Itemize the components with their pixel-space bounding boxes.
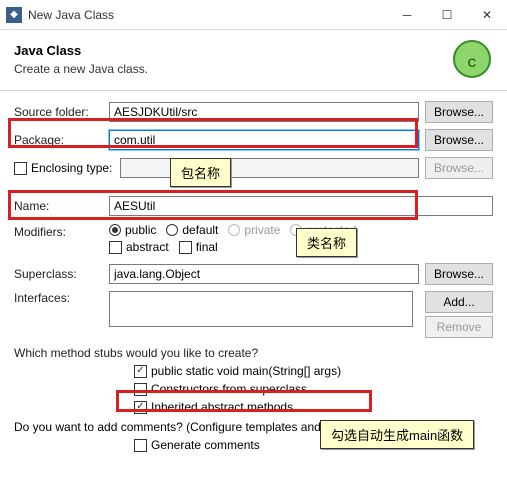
window-title: New Java Class [28, 8, 387, 22]
enclosing-type-input [120, 158, 419, 178]
source-folder-input[interactable] [109, 102, 419, 122]
stub-constructors-checkbox[interactable]: Constructors from superclass [134, 382, 493, 396]
maximize-button[interactable]: ☐ [427, 0, 467, 30]
modifier-final-checkbox[interactable]: final [179, 240, 218, 254]
interfaces-remove-button: Remove [425, 316, 493, 338]
annotation-callout-classname: 类名称 [296, 228, 357, 257]
superclass-browse-button[interactable]: Browse... [425, 263, 493, 285]
svg-text:C: C [468, 56, 477, 70]
radio-icon [228, 224, 240, 236]
modifier-abstract-checkbox[interactable]: abstract [109, 240, 169, 254]
source-folder-browse-button[interactable]: Browse... [425, 101, 493, 123]
modifier-public-radio[interactable]: public [109, 223, 156, 237]
checkbox-icon [134, 439, 147, 452]
page-title: Java Class [14, 43, 451, 58]
enclosing-type-checkbox[interactable]: Enclosing type: [14, 161, 112, 175]
package-browse-button[interactable]: Browse... [425, 129, 493, 151]
app-icon: ◆ [6, 7, 22, 23]
radio-icon [109, 224, 121, 236]
checkbox-icon [134, 401, 147, 414]
annotation-callout-main: 勾选自动生成main函数 [320, 420, 474, 449]
page-description: Create a new Java class. [14, 62, 451, 76]
superclass-label: Superclass: [14, 267, 109, 281]
titlebar: ◆ New Java Class ─ ☐ ✕ [0, 0, 507, 30]
enclosing-type-browse-button: Browse... [425, 157, 493, 179]
checkbox-icon [179, 241, 192, 254]
interfaces-list[interactable] [109, 291, 413, 327]
modifier-private-radio: private [228, 223, 280, 237]
name-input[interactable] [109, 196, 493, 216]
close-button[interactable]: ✕ [467, 0, 507, 30]
package-label: Package: [14, 133, 109, 147]
package-input[interactable] [109, 130, 419, 150]
radio-icon [166, 224, 178, 236]
checkbox-icon [134, 365, 147, 378]
form: Source folder: Browse... Package: Browse… [0, 91, 507, 466]
name-label: Name: [14, 199, 109, 213]
interfaces-add-button[interactable]: Add... [425, 291, 493, 313]
modifiers-label: Modifiers: [14, 223, 109, 239]
stub-inherited-checkbox[interactable]: Inherited abstract methods [134, 400, 493, 414]
checkbox-icon [109, 241, 122, 254]
stub-main-checkbox[interactable]: public static void main(String[] args) [134, 364, 493, 378]
annotation-callout-package: 包名称 [170, 158, 231, 187]
method-stubs-question: Which method stubs would you like to cre… [14, 346, 493, 360]
checkbox-icon [14, 162, 27, 175]
interfaces-label: Interfaces: [14, 291, 109, 305]
class-icon: C [451, 38, 493, 80]
modifier-default-radio[interactable]: default [166, 223, 218, 237]
minimize-button[interactable]: ─ [387, 0, 427, 30]
dialog-header: Java Class Create a new Java class. C [0, 30, 507, 91]
source-folder-label: Source folder: [14, 105, 109, 119]
superclass-input[interactable] [109, 264, 419, 284]
enclosing-type-label: Enclosing type: [31, 161, 112, 175]
checkbox-icon [134, 383, 147, 396]
